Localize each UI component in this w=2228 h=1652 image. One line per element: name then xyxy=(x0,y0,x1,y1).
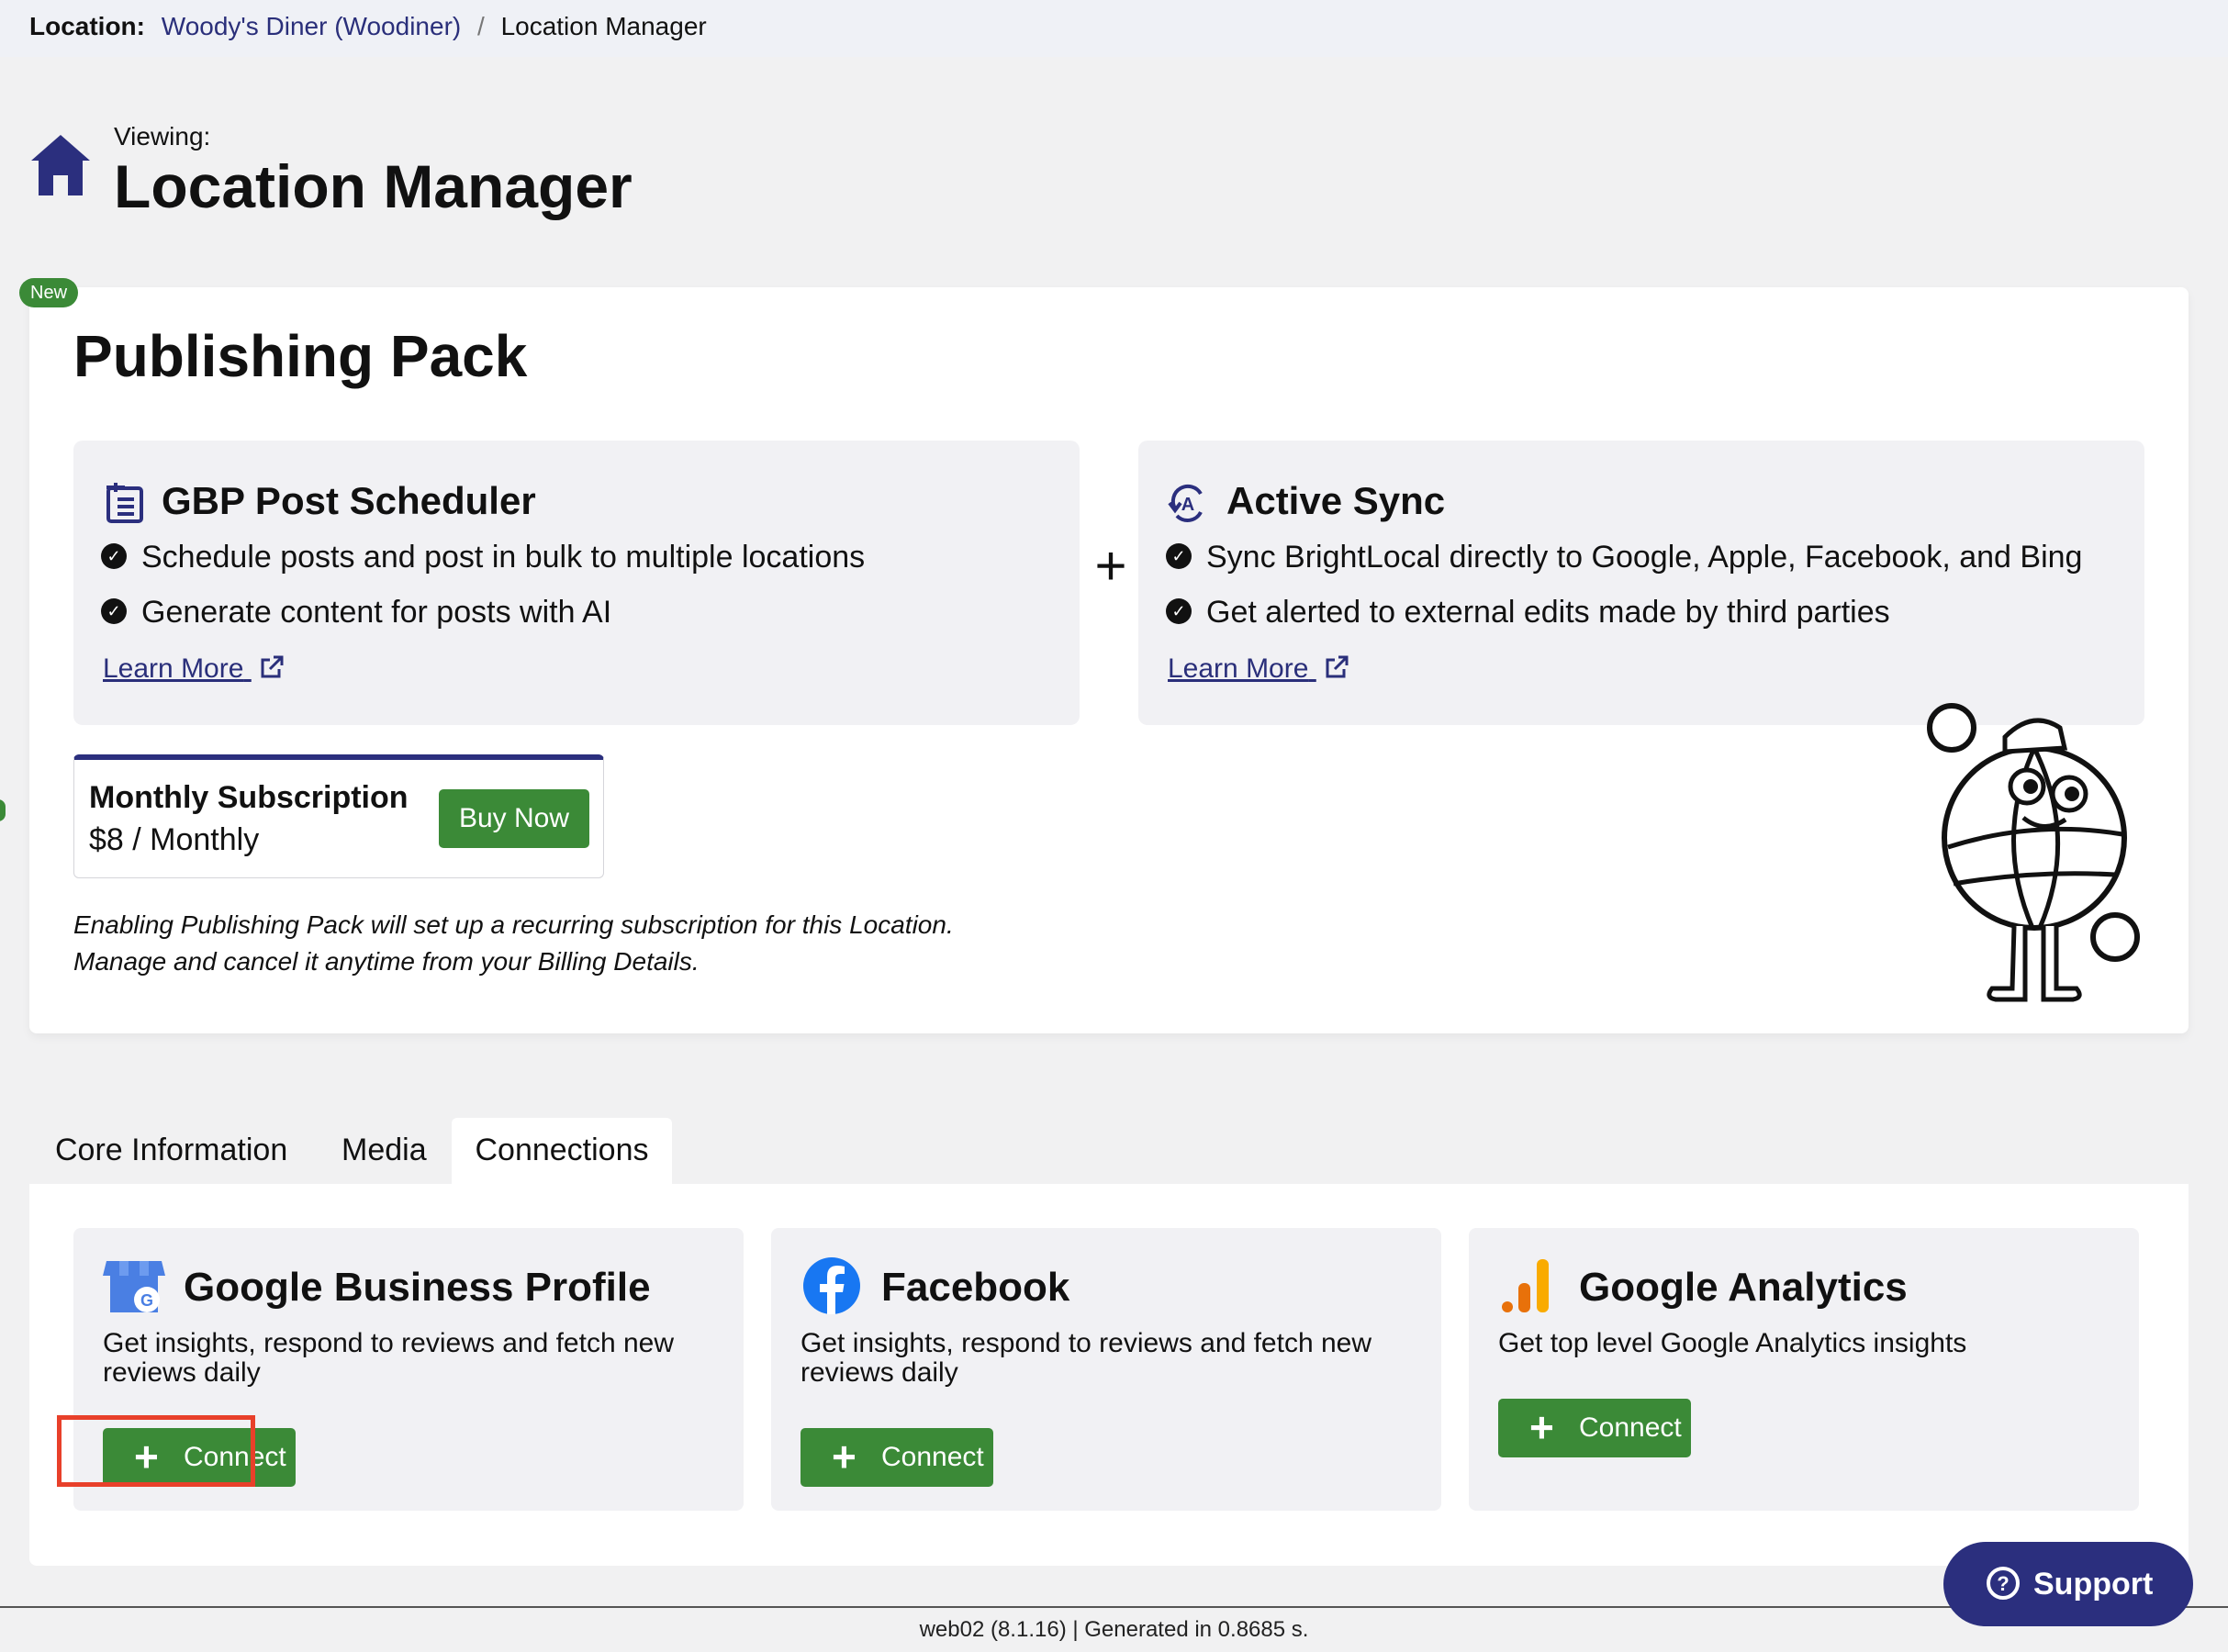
feature-gbp-post-scheduler: GBP Post Scheduler ✓ Schedule posts and p… xyxy=(73,441,1080,725)
viewing-label: Viewing: xyxy=(114,122,211,151)
subscription-box: Monthly Subscription $8 / Monthly Buy No… xyxy=(73,754,604,878)
connection-card-google-business-profile: G Google Business Profile Get insights, … xyxy=(73,1228,744,1511)
calendar-list-icon xyxy=(106,483,143,523)
connections-panel: G Google Business Profile Get insights, … xyxy=(29,1184,2189,1566)
facebook-icon xyxy=(803,1257,860,1314)
tab-core-information[interactable]: Core Information xyxy=(55,1118,287,1184)
connect-button-google-business-profile[interactable]: + Connect xyxy=(103,1428,296,1487)
check-icon: ✓ xyxy=(101,543,127,570)
plus-icon: + xyxy=(1529,1403,1554,1451)
tab-connections[interactable]: Connections xyxy=(452,1118,672,1184)
plus-sign: + xyxy=(1094,535,1127,597)
svg-text:?: ? xyxy=(1997,1572,2009,1595)
check-icon: ✓ xyxy=(1166,543,1192,570)
feature-item: ✓ Get alerted to external edits made by t… xyxy=(1166,593,1890,631)
new-badge: New xyxy=(19,278,79,307)
connection-title: Google Analytics xyxy=(1579,1265,1908,1310)
external-link-icon xyxy=(261,655,284,678)
svg-text:G: G xyxy=(140,1291,153,1310)
support-button[interactable]: ? Support xyxy=(1943,1542,2193,1626)
connection-title: Google Business Profile xyxy=(184,1265,651,1310)
connect-button-facebook[interactable]: + Connect xyxy=(801,1428,993,1487)
plus-icon: + xyxy=(134,1433,159,1480)
connection-title: Facebook xyxy=(881,1265,1070,1310)
top-bar: Location: Woody's Diner (Woodiner) / Loc… xyxy=(0,0,2228,57)
globe-mascot-illustration xyxy=(1927,703,2140,1002)
connect-button-google-analytics[interactable]: + Connect xyxy=(1498,1399,1691,1457)
breadcrumb-separator: / xyxy=(477,12,485,40)
connection-card-facebook: Facebook Get insights, respond to review… xyxy=(771,1228,1441,1511)
plus-icon: + xyxy=(832,1433,856,1480)
feature-item: ✓ Schedule posts and post in bulk to mult… xyxy=(101,538,865,576)
subscription-title: Monthly Subscription xyxy=(89,780,409,815)
feature-item: ✓ Sync BrightLocal directly to Google, Ap… xyxy=(1166,538,2082,576)
question-circle-icon: ? xyxy=(1987,1567,2020,1600)
connection-card-google-analytics: Google Analytics Get top level Google An… xyxy=(1469,1228,2139,1511)
connection-description: Get insights, respond to reviews and fet… xyxy=(801,1328,1372,1388)
edge-indicator xyxy=(0,799,6,821)
check-icon: ✓ xyxy=(101,598,127,625)
publishing-pack-title: Publishing Pack xyxy=(73,323,528,389)
learn-more-link[interactable]: Learn More xyxy=(1168,652,1349,686)
feature-title: GBP Post Scheduler xyxy=(162,479,536,522)
publishing-pack-card: Publishing Pack GBP Post Scheduler ✓ Sche… xyxy=(29,287,2189,1033)
google-analytics-icon xyxy=(1502,1259,1549,1312)
buy-now-button[interactable]: Buy Now xyxy=(439,789,589,848)
svg-text:A: A xyxy=(1181,495,1194,515)
check-icon: ✓ xyxy=(1166,598,1192,625)
sync-icon: A xyxy=(1168,484,1203,522)
subscription-price: $8 / Monthly xyxy=(89,822,260,857)
breadcrumb-label: Location: xyxy=(29,12,145,40)
connection-description: Get top level Google Analytics insights xyxy=(1498,1328,1967,1358)
breadcrumb-location-link[interactable]: Woody's Diner (Woodiner) xyxy=(162,12,461,40)
tab-media[interactable]: Media xyxy=(341,1118,427,1184)
connection-description: Get insights, respond to reviews and fet… xyxy=(103,1328,675,1388)
page-title: Location Manager xyxy=(114,152,633,220)
home-icon xyxy=(31,135,90,195)
subscription-note: Enabling Publishing Pack will set up a r… xyxy=(73,910,954,976)
learn-more-link[interactable]: Learn More xyxy=(103,652,285,686)
external-link-icon xyxy=(1326,655,1349,678)
footer-text: web02 (8.1.16) | Generated in 0.8685 s. xyxy=(0,1608,2228,1652)
breadcrumb: Location: Woody's Diner (Woodiner) / Loc… xyxy=(29,11,707,42)
google-business-icon: G xyxy=(103,1261,165,1312)
breadcrumb-current: Location Manager xyxy=(500,12,707,40)
feature-title: Active Sync xyxy=(1226,479,1446,522)
feature-item: ✓ Generate content for posts with AI xyxy=(101,593,611,631)
